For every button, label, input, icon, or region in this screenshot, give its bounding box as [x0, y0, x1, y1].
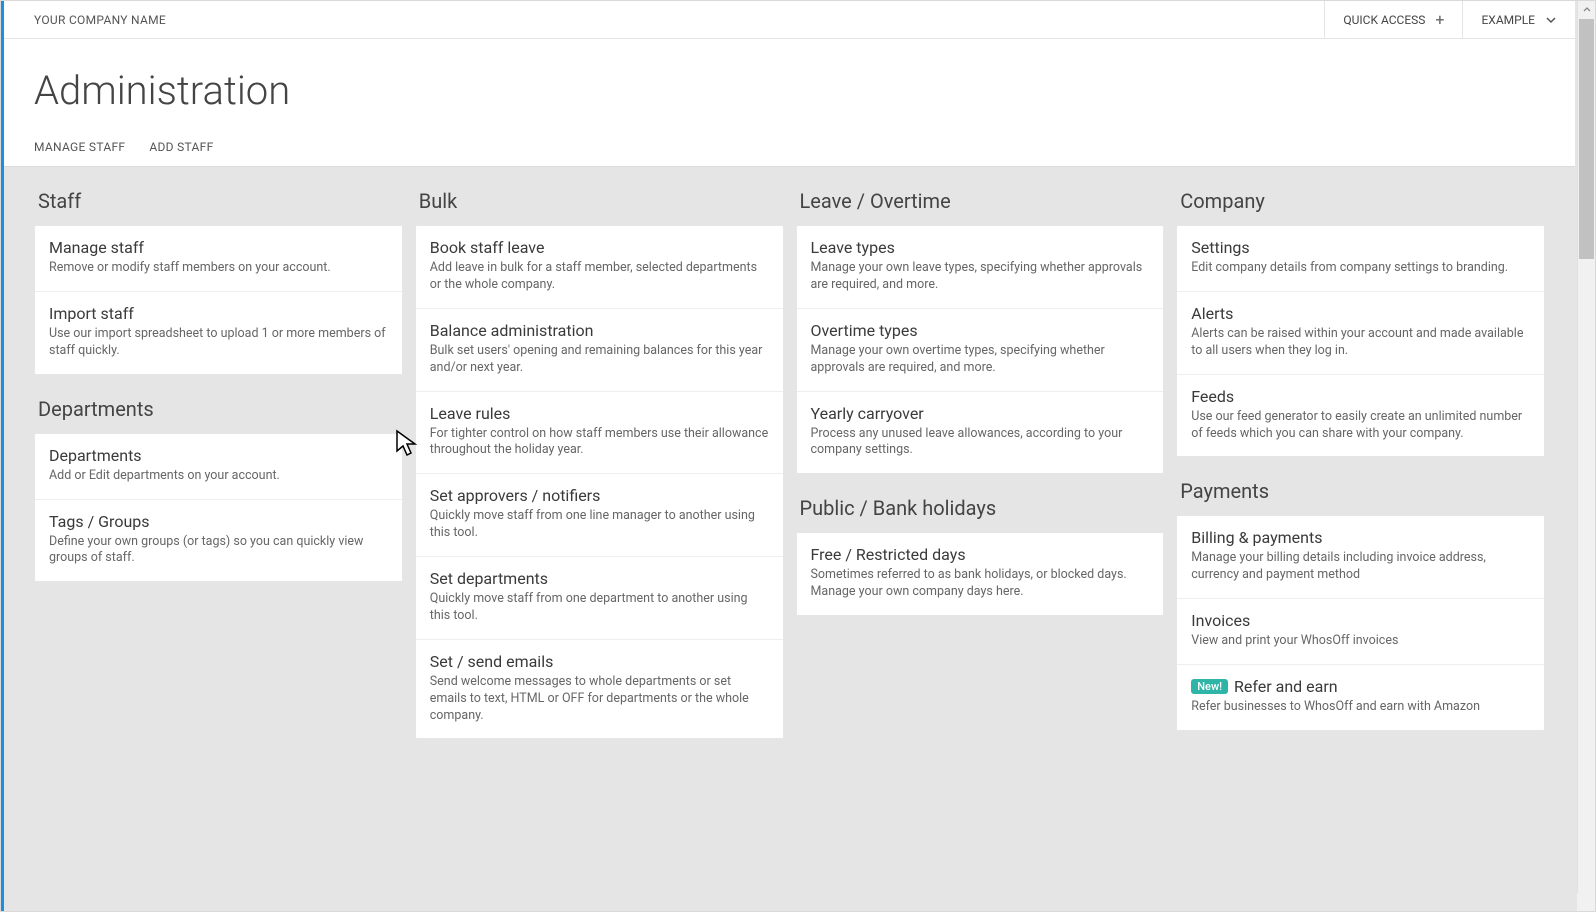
item-set-send-emails[interactable]: Set / send emails Send welcome messages …: [416, 639, 783, 739]
item-desc: Add or Edit departments on your account.: [49, 468, 388, 485]
item-departments[interactable]: Departments Add or Edit departments on y…: [35, 434, 402, 499]
item-title: Set departments: [430, 569, 769, 588]
item-balance-administration[interactable]: Balance administration Bulk set users' o…: [416, 308, 783, 391]
item-title: Leave rules: [430, 404, 769, 423]
quick-access-label: QUICK ACCESS: [1343, 13, 1425, 27]
item-title: Settings: [1191, 238, 1530, 257]
item-title: Manage staff: [49, 238, 388, 257]
item-set-approvers[interactable]: Set approvers / notifiers Quickly move s…: [416, 473, 783, 556]
item-overtime-types[interactable]: Overtime types Manage your own overtime …: [797, 308, 1164, 391]
topbar: YOUR COMPANY NAME QUICK ACCESS + EXAMPLE: [4, 1, 1575, 39]
item-refer-earn[interactable]: New! Refer and earn Refer businesses to …: [1177, 664, 1544, 730]
item-feeds[interactable]: Feeds Use our feed generator to easily c…: [1177, 374, 1544, 457]
tab-manage-staff[interactable]: MANAGE STAFF: [34, 140, 125, 154]
item-invoices[interactable]: Invoices View and print your WhosOff inv…: [1177, 598, 1544, 664]
item-desc: Remove or modify staff members on your a…: [49, 260, 388, 277]
item-alerts[interactable]: Alerts Alerts can be raised within your …: [1177, 291, 1544, 374]
item-desc: Refer businesses to WhosOff and earn wit…: [1191, 699, 1530, 716]
page-header: Administration MANAGE STAFF ADD STAFF: [4, 39, 1575, 167]
item-desc: Quickly move staff from one line manager…: [430, 508, 769, 542]
item-desc: Define your own groups (or tags) so you …: [49, 534, 388, 568]
item-title: Leave types: [811, 238, 1150, 257]
item-desc: Add leave in bulk for a staff member, se…: [430, 260, 769, 294]
section-title-staff: Staff: [38, 189, 403, 213]
section-title-departments: Departments: [38, 397, 403, 421]
item-title: Yearly carryover: [811, 404, 1150, 423]
item-title: Set / send emails: [430, 652, 769, 671]
section-title-public-bank: Public / Bank holidays: [800, 496, 1165, 520]
item-title-text: Refer and earn: [1234, 677, 1338, 696]
plus-icon: +: [1435, 12, 1444, 28]
scrollbar-thumb[interactable]: [1579, 19, 1594, 259]
item-settings[interactable]: Settings Edit company details from compa…: [1177, 226, 1544, 291]
item-desc: Alerts can be raised within your account…: [1191, 326, 1530, 360]
item-title: Import staff: [49, 304, 388, 323]
section-title-bulk: Bulk: [419, 189, 784, 213]
item-title: Overtime types: [811, 321, 1150, 340]
tab-add-staff[interactable]: ADD STAFF: [149, 140, 213, 154]
item-desc: Process any unused leave allowances, acc…: [811, 426, 1150, 460]
section-title-company: Company: [1180, 189, 1545, 213]
item-billing-payments[interactable]: Billing & payments Manage your billing d…: [1177, 516, 1544, 598]
item-desc: View and print your WhosOff invoices: [1191, 633, 1530, 650]
item-desc: Send welcome messages to whole departmen…: [430, 674, 769, 725]
item-free-restricted-days[interactable]: Free / Restricted days Sometimes referre…: [797, 533, 1164, 615]
item-desc: Edit company details from company settin…: [1191, 260, 1530, 277]
company-name: YOUR COMPANY NAME: [34, 13, 166, 27]
item-title: Set approvers / notifiers: [430, 486, 769, 505]
user-menu-button[interactable]: EXAMPLE: [1462, 1, 1575, 39]
item-desc: Bulk set users' opening and remaining ba…: [430, 343, 769, 377]
item-desc: Use our import spreadsheet to upload 1 o…: [49, 326, 388, 360]
section-title-payments: Payments: [1180, 479, 1545, 503]
item-import-staff[interactable]: Import staff Use our import spreadsheet …: [35, 291, 402, 374]
vertical-scrollbar[interactable]: [1577, 1, 1595, 893]
item-tags-groups[interactable]: Tags / Groups Define your own groups (or…: [35, 499, 402, 582]
item-desc: Manage your own overtime types, specifyi…: [811, 343, 1150, 377]
new-badge: New!: [1191, 679, 1228, 694]
item-desc: Manage your billing details including in…: [1191, 550, 1530, 584]
section-title-leave-overtime: Leave / Overtime: [800, 189, 1165, 213]
item-desc: Quickly move staff from one department t…: [430, 591, 769, 625]
scrollbar-corner: [1577, 893, 1595, 911]
item-title: Invoices: [1191, 611, 1530, 630]
item-leave-rules[interactable]: Leave rules For tighter control on how s…: [416, 391, 783, 474]
item-title: Departments: [49, 446, 388, 465]
item-title: Book staff leave: [430, 238, 769, 257]
scrollbar-up-button[interactable]: [1578, 1, 1595, 19]
item-yearly-carryover[interactable]: Yearly carryover Process any unused leav…: [797, 391, 1164, 474]
scrollbar-track[interactable]: [1578, 19, 1595, 893]
item-desc: Sometimes referred to as bank holidays, …: [811, 567, 1150, 601]
content-area: Staff Manage staff Remove or modify staf…: [4, 167, 1575, 911]
item-title: Alerts: [1191, 304, 1530, 323]
item-leave-types[interactable]: Leave types Manage your own leave types,…: [797, 226, 1164, 308]
item-manage-staff[interactable]: Manage staff Remove or modify staff memb…: [35, 226, 402, 291]
page-title: Administration: [34, 67, 290, 114]
item-title: Free / Restricted days: [811, 545, 1150, 564]
item-desc: For tighter control on how staff members…: [430, 426, 769, 460]
item-title: Tags / Groups: [49, 512, 388, 531]
item-desc: Manage your own leave types, specifying …: [811, 260, 1150, 294]
item-set-departments[interactable]: Set departments Quickly move staff from …: [416, 556, 783, 639]
item-title: Balance administration: [430, 321, 769, 340]
item-title: Billing & payments: [1191, 528, 1530, 547]
quick-access-button[interactable]: QUICK ACCESS +: [1324, 1, 1462, 39]
action-tabs: MANAGE STAFF ADD STAFF: [34, 140, 214, 154]
chevron-down-icon: [1545, 13, 1557, 27]
user-menu-label: EXAMPLE: [1481, 13, 1535, 27]
item-desc: Use our feed generator to easily create …: [1191, 409, 1530, 443]
item-book-staff-leave[interactable]: Book staff leave Add leave in bulk for a…: [416, 226, 783, 308]
item-title: Feeds: [1191, 387, 1530, 406]
